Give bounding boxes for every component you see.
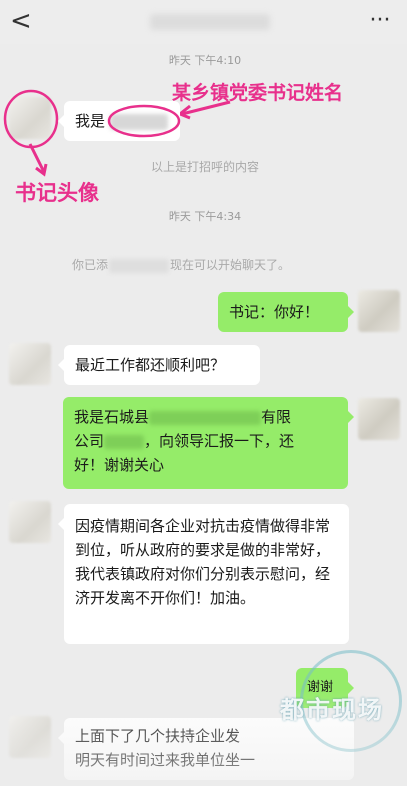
- message-text: 明天有时间过来我单位坐一: [75, 751, 256, 769]
- timestamp: 昨天 下午4:34: [168, 210, 242, 223]
- message-text: 书记：你好！: [229, 303, 320, 321]
- blurred-contact-name: [109, 258, 170, 273]
- chat-title-blurred: [150, 14, 270, 30]
- message-text: 我是: [75, 112, 106, 130]
- message-text: ，向领导汇报一下，还: [144, 432, 295, 450]
- watermark-text: 都市现场: [280, 696, 384, 724]
- avatar-secretary[interactable]: [9, 501, 51, 543]
- more-options-icon[interactable]: ···: [365, 6, 395, 36]
- system-note-greeting: 以上是打招呼的内容: [150, 160, 259, 174]
- message-text: 因疫情期间各企业对抗击疫情做得非常到位，听从政府的要求是做的非常好，我代表镇政府…: [75, 517, 331, 607]
- message-text: 公司: [74, 432, 105, 450]
- message-bubble[interactable]: 因疫情期间各企业对抗击疫情做得非常到位，听从政府的要求是做的非常好，我代表镇政府…: [58, 504, 349, 644]
- system-note-prefix: 你已添: [72, 258, 109, 272]
- message-text: 有限: [261, 408, 292, 426]
- system-note-suffix: 现在可以开始聊天了。: [170, 258, 291, 272]
- message-bubble[interactable]: 最近工作都还顺利吧？: [58, 345, 260, 385]
- annotation-arrow-icon: [177, 100, 231, 120]
- system-note-added: 你已添 现在可以开始聊天了。: [72, 256, 352, 273]
- annotation-avatar-circle: [3, 89, 59, 149]
- avatar-self[interactable]: [358, 398, 400, 440]
- message-text: 好！谢谢关心: [74, 456, 165, 474]
- annotation-secretary-avatar: 书记头像: [15, 181, 99, 205]
- chat-header: < ···: [0, 0, 407, 44]
- avatar-secretary[interactable]: [9, 343, 51, 385]
- message-bubble[interactable]: 书记：你好！: [218, 292, 354, 332]
- blurred-company-name: [149, 410, 262, 425]
- annotation-name-ellipse: [107, 104, 181, 138]
- annotation-arrow-down-icon: [28, 143, 48, 177]
- message-bubble[interactable]: 我是石城县 有限 公司 ，向领导汇报一下，还 好！谢谢关心: [63, 397, 354, 489]
- blurred-person-name: [104, 434, 145, 449]
- back-arrow-icon[interactable]: <: [10, 6, 36, 36]
- timestamp: 昨天 下午4:10: [168, 54, 242, 67]
- message-text: 上面下了几个扶持企业发: [75, 727, 241, 745]
- avatar-secretary[interactable]: [9, 716, 51, 758]
- message-bubble[interactable]: 上面下了几个扶持企业发 明天有时间过来我单位坐一: [58, 718, 354, 780]
- message-text: 最近工作都还顺利吧？: [75, 356, 226, 374]
- avatar-self[interactable]: [358, 290, 400, 332]
- message-text: 我是石城县: [74, 408, 150, 426]
